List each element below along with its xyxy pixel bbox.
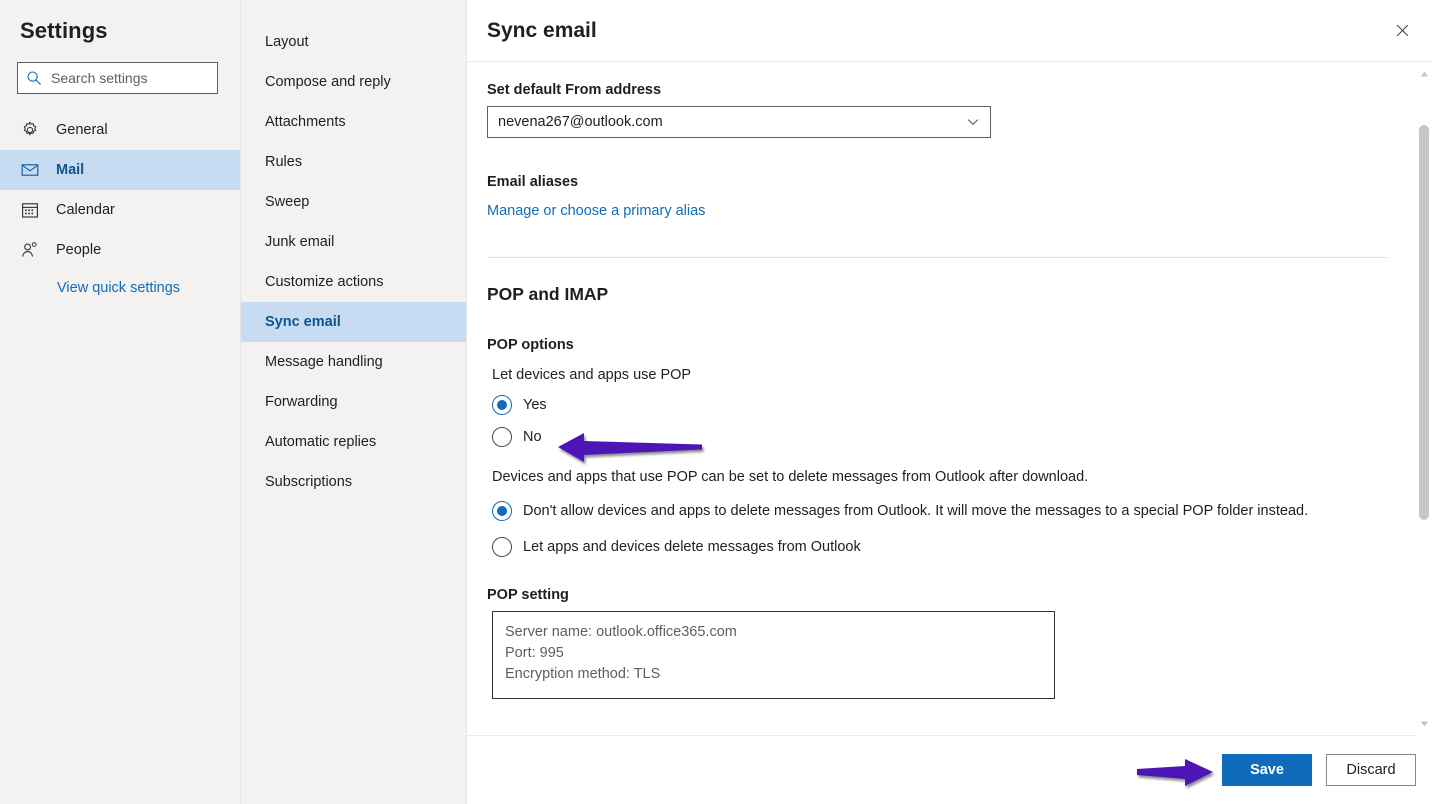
pane-title: Sync email (487, 19, 597, 43)
pop-setting-readonly-box: Server name: outlook.office365.com Port:… (492, 611, 1055, 699)
nav-item-automatic-replies[interactable]: Automatic replies (241, 422, 466, 462)
nav-item-attachments[interactable]: Attachments (241, 102, 466, 142)
view-quick-settings-link[interactable]: View quick settings (57, 280, 240, 296)
sidebar-item-general[interactable]: General (0, 110, 240, 150)
nav-item-subscriptions[interactable]: Subscriptions (241, 462, 466, 502)
sidebar-item-label: Mail (56, 162, 84, 178)
pane-footer: Save Discard (467, 736, 1432, 804)
radio-use-pop-yes[interactable]: Yes (492, 395, 1392, 415)
pop-encryption: Encryption method: TLS (505, 664, 1042, 685)
chevron-down-icon (966, 115, 980, 129)
nav-item-rules[interactable]: Rules (241, 142, 466, 182)
from-address-value: nevena267@outlook.com (498, 114, 663, 130)
save-button[interactable]: Save (1222, 754, 1312, 786)
radio-indicator (492, 501, 512, 521)
radio-indicator (492, 427, 512, 447)
search-icon (26, 70, 42, 86)
sidebar-item-label: General (56, 122, 108, 138)
let-devices-use-pop-label: Let devices and apps use POP (492, 367, 1392, 383)
people-icon (20, 240, 40, 260)
radio-indicator (492, 395, 512, 415)
mail-settings-nav: Layout Compose and reply Attachments Rul… (241, 0, 467, 804)
settings-sidebar: Settings Search settings General (0, 0, 241, 804)
sync-email-pane: Sync email Set default From address neve… (467, 0, 1432, 804)
close-icon (1396, 24, 1409, 37)
scroll-up-button[interactable] (1416, 66, 1432, 82)
radio-let-apps-delete[interactable]: Let apps and devices delete messages fro… (492, 537, 1392, 557)
sidebar-nav: General Mail (0, 110, 240, 270)
pop-server-name: Server name: outlook.office365.com (505, 622, 1042, 643)
close-button[interactable] (1386, 15, 1418, 47)
pane-header: Sync email (467, 0, 1432, 62)
pop-delete-paragraph: Devices and apps that use POP can be set… (492, 469, 1392, 485)
nav-item-sync-email[interactable]: Sync email (241, 302, 466, 342)
from-address-label: Set default From address (487, 82, 1392, 98)
section-divider (487, 257, 1387, 258)
scrollbar-thumb[interactable] (1419, 125, 1429, 520)
mail-icon (20, 160, 40, 180)
sidebar-item-mail[interactable]: Mail (0, 150, 240, 190)
manage-alias-link[interactable]: Manage or choose a primary alias (487, 203, 705, 219)
nav-item-message-handling[interactable]: Message handling (241, 342, 466, 382)
sidebar-item-label: Calendar (56, 202, 115, 218)
nav-item-junk-email[interactable]: Junk email (241, 222, 466, 262)
sidebar-item-people[interactable]: People (0, 230, 240, 270)
sidebar-item-label: People (56, 242, 101, 258)
sync-email-content: Set default From address nevena267@outlo… (467, 62, 1432, 699)
pop-imap-section-title: POP and IMAP (487, 284, 1392, 305)
search-settings-input[interactable]: Search settings (17, 62, 218, 94)
pop-port: Port: 995 (505, 643, 1042, 664)
nav-item-sweep[interactable]: Sweep (241, 182, 466, 222)
radio-label: No (523, 429, 542, 445)
caret-down-icon (1420, 721, 1429, 727)
radio-use-pop-no[interactable]: No (492, 427, 1392, 447)
settings-window: Settings Search settings General (0, 0, 1432, 804)
pop-setting-label: POP setting (487, 587, 1392, 603)
nav-item-customize-actions[interactable]: Customize actions (241, 262, 466, 302)
radio-indicator (492, 537, 512, 557)
settings-scroll-area: Set default From address nevena267@outlo… (467, 62, 1432, 736)
nav-item-forwarding[interactable]: Forwarding (241, 382, 466, 422)
email-aliases-label: Email aliases (487, 174, 1392, 190)
vertical-scrollbar[interactable] (1416, 62, 1432, 736)
pop-options-label: POP options (487, 337, 1392, 353)
page-title: Settings (20, 18, 240, 44)
radio-dont-allow-delete[interactable]: Don't allow devices and apps to delete m… (492, 501, 1392, 521)
sidebar-item-calendar[interactable]: Calendar (0, 190, 240, 230)
from-address-select[interactable]: nevena267@outlook.com (487, 106, 991, 138)
discard-button[interactable]: Discard (1326, 754, 1416, 786)
search-placeholder: Search settings (51, 71, 148, 85)
caret-up-icon (1420, 71, 1429, 77)
scroll-down-button[interactable] (1416, 716, 1432, 732)
radio-label: Don't allow devices and apps to delete m… (523, 503, 1308, 519)
gear-icon (20, 120, 40, 140)
radio-label: Let apps and devices delete messages fro… (523, 539, 861, 555)
nav-item-compose-and-reply[interactable]: Compose and reply (241, 62, 466, 102)
radio-label: Yes (523, 397, 547, 413)
calendar-icon (20, 200, 40, 220)
nav-item-layout[interactable]: Layout (241, 22, 466, 62)
